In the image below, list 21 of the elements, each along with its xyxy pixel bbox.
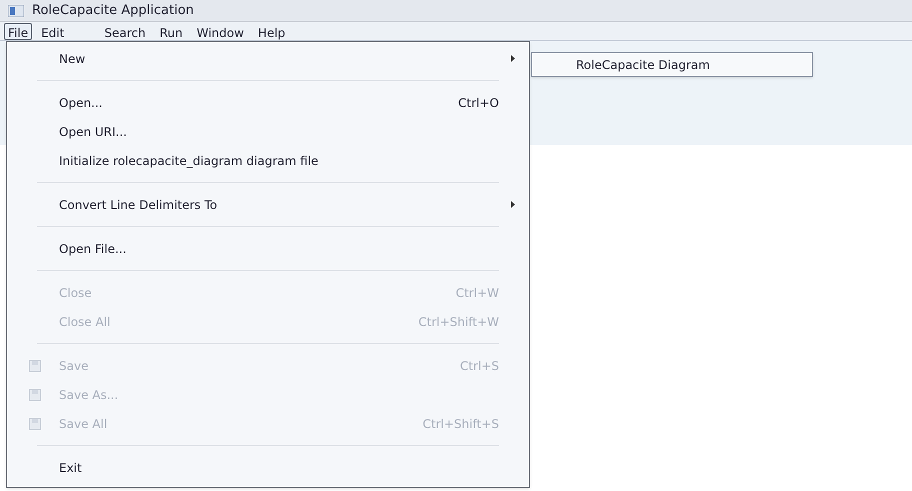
menu-bar-item[interactable]: Help (252, 22, 290, 40)
menu-item[interactable]: Exit (7, 453, 529, 482)
shortcut-label: Ctrl+W (456, 284, 499, 302)
shortcut-label: Ctrl+Shift+S (422, 416, 499, 432)
submenu-item[interactable]: RoleCapacite Diagram (532, 53, 812, 76)
menu-bar-item[interactable]: Run (154, 22, 188, 40)
menu-bar-item[interactable]: Edit (36, 22, 70, 40)
window-title: RoleCapacite Application (32, 2, 194, 20)
menu-bar-item[interactable]: File (4, 22, 32, 40)
app-icon (8, 4, 24, 16)
menu-bar-item[interactable]: Search (99, 22, 151, 40)
menu-bar-item[interactable]: Window (192, 22, 249, 40)
menu-item[interactable]: Open... Ctrl+O (7, 88, 529, 117)
menu-item[interactable]: Open File... (7, 234, 529, 263)
menu-item[interactable]: Convert Line Delimiters To (7, 190, 529, 219)
shortcut-label: Ctrl+O (458, 94, 499, 112)
menu-item[interactable]: New (7, 44, 529, 73)
menu-item[interactable]: Initialize rolecapacite_diagram diagram file (7, 146, 529, 175)
menu-item[interactable]: Open URI... (7, 117, 529, 146)
shortcut-label: Ctrl+Shift+W (418, 314, 499, 330)
shortcut-label: Ctrl+S (460, 358, 499, 374)
